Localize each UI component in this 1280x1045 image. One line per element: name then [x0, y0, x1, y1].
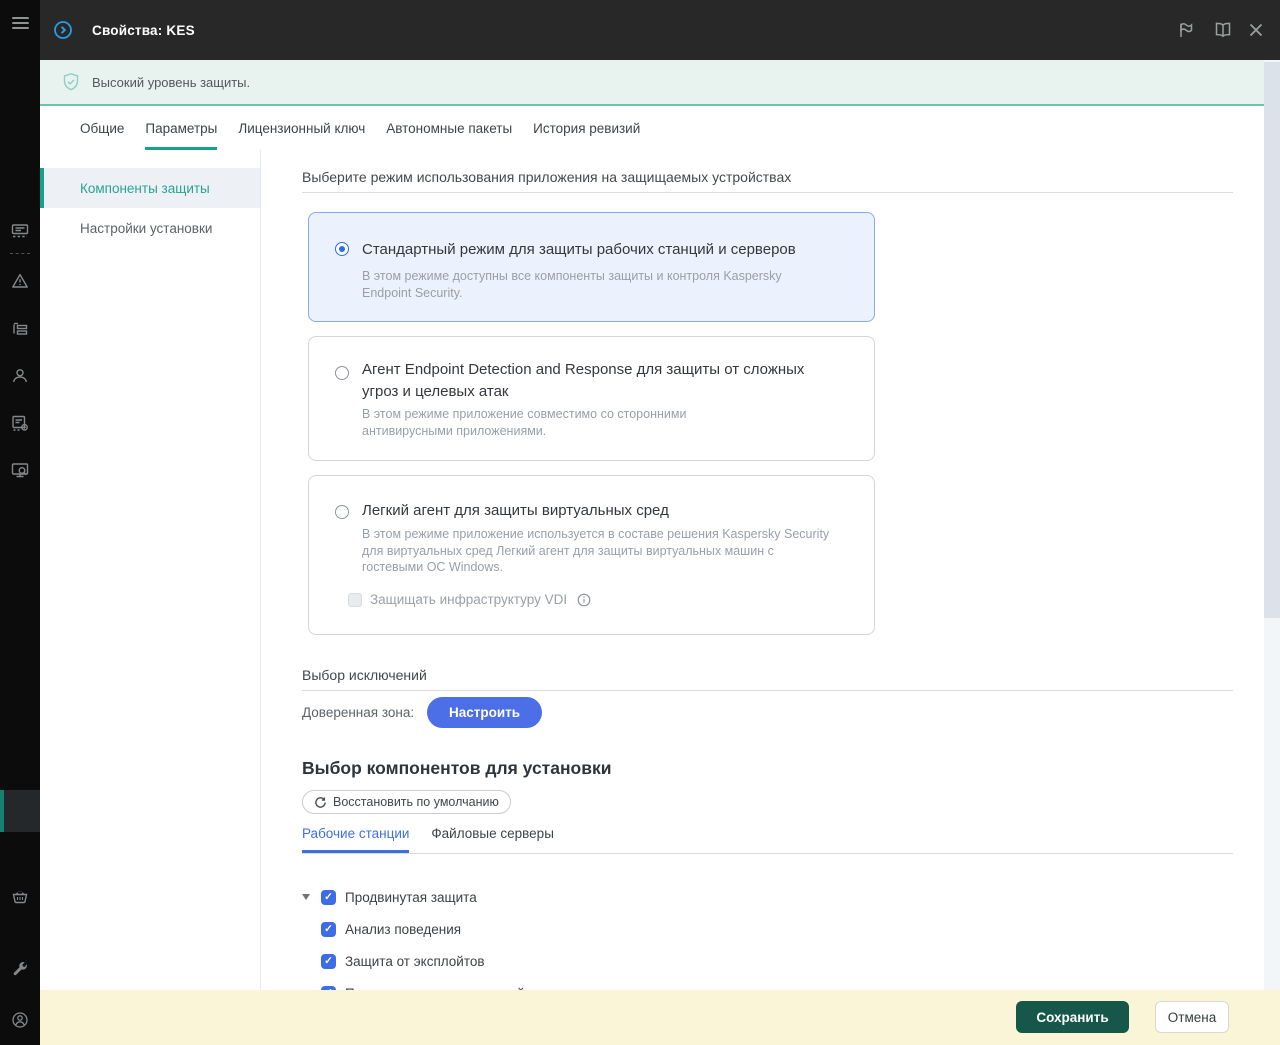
sidebar-item-installation-settings[interactable]: Настройки установки	[40, 208, 260, 248]
mode-option-title: Агент Endpoint Detection and Response дл…	[362, 361, 805, 400]
checkbox-behavior-analysis[interactable]	[321, 921, 336, 937]
restore-icon	[315, 796, 326, 808]
tab-file-servers[interactable]: Файловые серверы	[431, 826, 554, 853]
tree-row-clipped: Предотвращение вторжений	[302, 977, 902, 990]
window-title: Свойства: KES	[92, 23, 195, 38]
section-divider	[302, 690, 1233, 691]
restore-defaults-button[interactable]: Восстановить по умолчанию	[302, 790, 511, 814]
users-icon[interactable]	[11, 367, 29, 385]
tab-revision-history[interactable]: История ревизий	[533, 106, 640, 150]
account-icon[interactable]	[11, 1011, 29, 1029]
window-header: Свойства: KES	[40, 0, 1280, 60]
tree-label: Анализ поведения	[345, 921, 462, 937]
menu-icon[interactable]	[12, 17, 29, 30]
tab-license-key[interactable]: Лицензионный ключ	[238, 106, 365, 150]
shield-check-icon	[61, 72, 81, 92]
flag-icon[interactable]	[1176, 20, 1196, 40]
settings-content: Выберите режим использования приложения …	[261, 150, 1264, 990]
vdi-checkbox-label: Защищать инфраструктуру VDI	[370, 592, 568, 607]
mode-option-edr-agent[interactable]: Агент Endpoint Detection and Response дл…	[308, 336, 875, 461]
mode-section-heading: Выберите режим использования приложения …	[302, 169, 792, 185]
save-button[interactable]: Сохранить	[1016, 1001, 1129, 1033]
cancel-button[interactable]: Отмена	[1155, 1001, 1229, 1033]
tab-standalone-packages[interactable]: Автономные пакеты	[386, 106, 512, 150]
collapse-triangle-icon[interactable]	[302, 894, 321, 900]
mode-option-description: В этом режиме приложение совместимо со с…	[362, 407, 687, 438]
trusted-zone-label: Доверенная зона:	[302, 705, 415, 720]
checkbox-exploit-prevention[interactable]	[321, 953, 336, 969]
tabs-divider	[302, 853, 1233, 854]
mode-option-title: Легкий агент для защиты виртуальных сред	[362, 502, 669, 519]
tree-row-exploit-prevention: Защита от эксплойтов	[302, 945, 902, 977]
mode-option-title: Стандартный режим для защиты рабочих ста…	[362, 241, 796, 258]
radio-light-agent-mode[interactable]	[335, 505, 349, 519]
radio-standard-mode[interactable]	[335, 242, 349, 256]
tree-row-advanced-protection: Продвинутая защита	[302, 881, 902, 913]
configure-trusted-zone-button[interactable]: Настроить	[427, 697, 543, 728]
marketplace-basket-icon[interactable]	[11, 888, 29, 906]
restore-defaults-label: Восстановить по умолчанию	[333, 795, 499, 809]
tab-general[interactable]: Общие	[80, 106, 124, 150]
settings-sidebar: Компоненты защиты Настройки установки	[40, 150, 261, 990]
device-discovery-icon[interactable]	[11, 461, 29, 479]
console-icon[interactable]	[11, 222, 29, 240]
tree-label: Защита от эксплойтов	[345, 953, 485, 969]
radio-edr-agent-mode[interactable]	[335, 366, 349, 380]
mode-option-description: В этом режиме доступны все компоненты за…	[362, 269, 782, 300]
tab-workstations[interactable]: Рабочие станции	[302, 826, 410, 853]
rail-divider	[10, 253, 30, 254]
scrollbar-thumb[interactable]	[1264, 62, 1280, 618]
rail-active-item[interactable]	[0, 790, 40, 832]
components-tree: Продвинутая защита Анализ поведения Защи…	[302, 881, 902, 990]
mode-option-description: В этом режиме приложение используется в …	[362, 527, 830, 574]
exclusions-section-heading: Выбор исключений	[302, 667, 427, 683]
vertical-scrollbar[interactable]	[1264, 60, 1280, 990]
sidebar-item-protection-components[interactable]: Компоненты защиты	[40, 168, 260, 208]
components-section-heading: Выбор компонентов для установки	[302, 758, 612, 778]
properties-tab-bar: Общие Параметры Лицензионный ключ Автоно…	[40, 106, 1280, 150]
help-book-icon[interactable]	[1213, 20, 1233, 40]
tab-parameters[interactable]: Параметры	[145, 106, 217, 150]
action-footer: Сохранить Отмена	[40, 990, 1280, 1045]
section-divider	[302, 192, 1233, 193]
alerts-warning-icon[interactable]	[11, 272, 29, 290]
vdi-checkbox-row: Защищать инфраструктуру VDI	[348, 592, 591, 607]
component-target-tabs: Рабочие станции Файловые серверы	[302, 826, 554, 853]
settings-wrench-icon[interactable]	[11, 960, 29, 978]
tree-label: Продвинутая защита	[345, 889, 477, 905]
tree-row-behavior-analysis: Анализ поведения	[302, 913, 902, 945]
close-icon[interactable]	[1246, 20, 1266, 40]
mode-option-standard[interactable]: Стандартный режим для защиты рабочих ста…	[308, 212, 875, 322]
vdi-checkbox	[348, 592, 362, 607]
checkbox-advanced-protection[interactable]	[321, 889, 336, 905]
info-icon[interactable]	[577, 593, 591, 607]
protection-status-text: Высокий уровень защиты.	[92, 75, 251, 90]
properties-chevron-icon	[53, 20, 73, 40]
policies-document-icon[interactable]	[11, 414, 29, 432]
mode-option-light-agent[interactable]: Легкий агент для защиты виртуальных сред…	[308, 475, 875, 635]
hierarchy-icon[interactable]	[11, 320, 29, 338]
app-navigation-rail	[0, 0, 40, 1045]
protection-status-banner: Высокий уровень защиты.	[40, 60, 1264, 106]
